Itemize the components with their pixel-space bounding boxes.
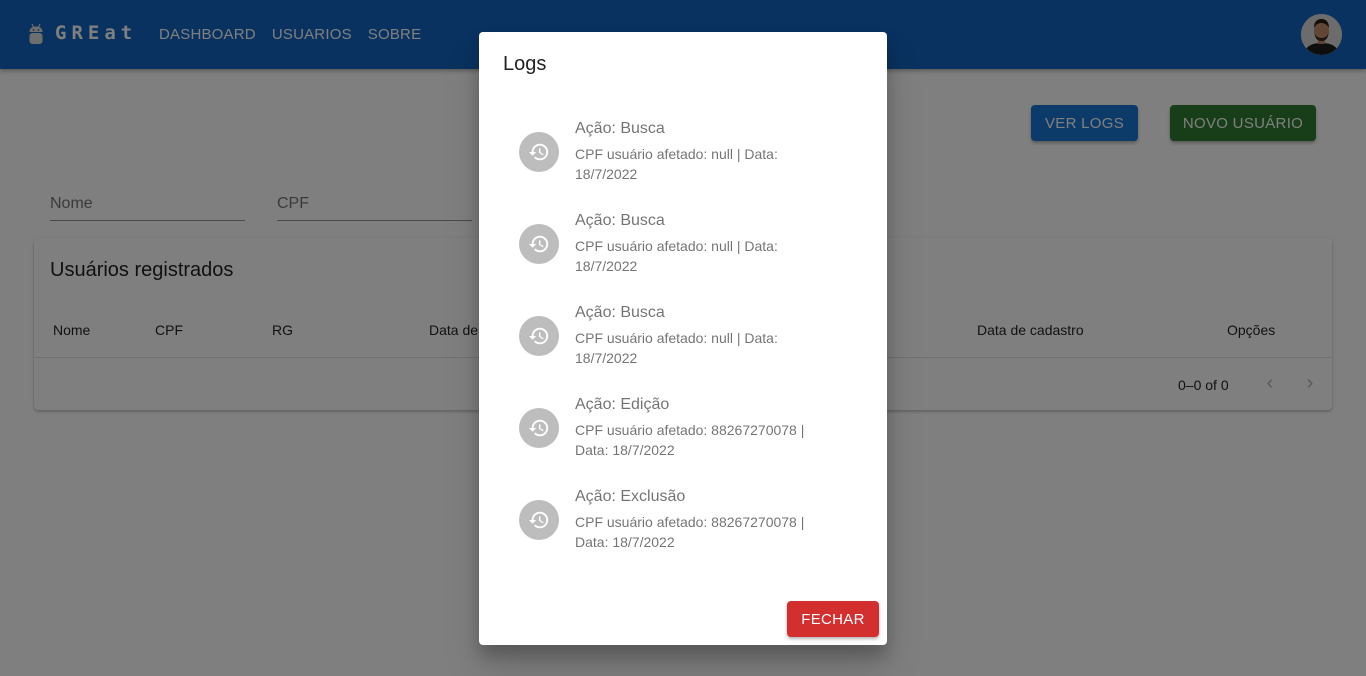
log-details: CPF usuário afetado: 88267270078 | Data:… <box>575 422 805 458</box>
log-list[interactable]: Ação: Busca CPF usuário afetado: null | … <box>479 112 887 595</box>
history-icon <box>519 132 559 172</box>
log-details: CPF usuário afetado: null | Data: 18/7/2… <box>575 146 778 182</box>
history-icon <box>519 408 559 448</box>
log-details: CPF usuário afetado: null | Data: 18/7/2… <box>575 330 778 366</box>
log-action: Ação: Busca <box>575 212 665 229</box>
log-action: Ação: Exclusão <box>575 488 686 505</box>
log-details: CPF usuário afetado: 88267270078 | Data:… <box>575 514 805 550</box>
history-icon <box>519 224 559 264</box>
history-icon <box>519 316 559 356</box>
history-icon <box>519 500 559 540</box>
log-action: Ação: Busca <box>575 304 665 321</box>
fechar-button[interactable]: FECHAR <box>787 601 879 637</box>
log-details: CPF usuário afetado: null | Data: 18/7/2… <box>575 238 778 274</box>
dialog-title: Logs <box>503 53 547 75</box>
log-action: Ação: Busca <box>575 120 665 137</box>
logs-dialog: Logs Ação: Busca CPF usuário afetado: nu… <box>479 32 887 645</box>
log-action: Ação: Edição <box>575 396 670 413</box>
